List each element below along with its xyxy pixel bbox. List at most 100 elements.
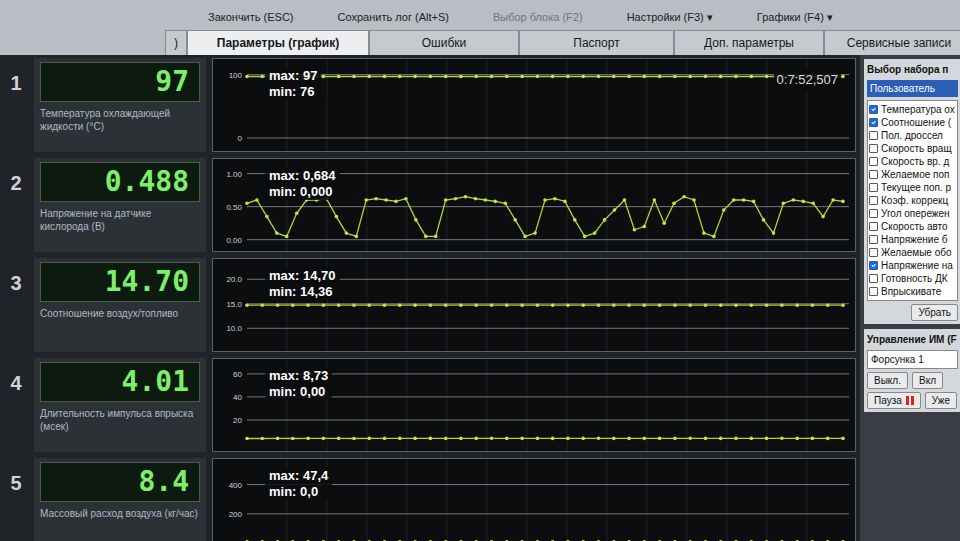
data-point [374,197,378,201]
grid-line [727,359,728,451]
parameter-item[interactable]: Угол опережен [869,207,956,220]
data-point [384,198,388,202]
parameter-item[interactable]: Пол. дроссел [869,129,956,142]
tab[interactable]: Паспорт [519,30,674,55]
grid-line [607,59,608,151]
parameter-item[interactable]: Соотношение ( [869,116,956,129]
data-point [658,75,662,79]
parameter-item[interactable]: Готовность ДК [869,272,956,285]
grid-line [727,159,728,251]
menu-item[interactable]: Сохранить лог (Alt+S) [338,9,449,26]
data-point [612,303,616,307]
menu-item[interactable]: Настройки (F3) ▾ [627,9,713,26]
parameter-item[interactable]: Впрыскивате [869,285,956,298]
max-value: max: 14,70 [269,268,336,284]
data-point [672,202,676,206]
preset-dropdown[interactable]: Пользователь [867,80,958,97]
more-button[interactable]: Уже [925,392,957,409]
parameter-label: Температура охлаждающей жидкости (°C) [40,108,200,133]
parameter-checkbox[interactable] [869,118,878,127]
parameter-label: Массовый расход воздуха (кг/час) [40,508,200,521]
data-point [734,437,738,441]
data-point [352,303,356,307]
menu-item: Выбор блока (F2) [493,9,583,26]
data-point [750,540,754,541]
data-point [732,198,736,202]
pause-icon [906,396,914,405]
grid-line [567,59,568,151]
data-point [322,437,326,441]
grid-line [327,59,328,151]
tab[interactable]: Параметры (график) [187,30,369,55]
parameter-item[interactable]: Скорость вр. д [869,155,956,168]
parameter-checkbox[interactable] [869,235,878,244]
series-line [247,438,843,440]
data-point [692,198,696,202]
data-point [795,303,799,307]
data-point [322,303,326,307]
parameter-item[interactable]: Коэф. коррекц [869,194,956,207]
parameter-item[interactable]: Скорость авто [869,220,956,233]
control-title: Управление ИМ (F [867,332,958,347]
parameter-name: Скорость авто [881,220,948,233]
data-point [597,540,601,541]
parameter-checkbox[interactable] [869,157,878,166]
grid-line [447,159,448,251]
data-point [276,303,280,307]
parameter-item[interactable]: Текущее поп. р [869,181,956,194]
tab[interactable]: ) [165,30,187,55]
parameter-checkbox[interactable] [869,222,878,231]
data-point [780,303,784,307]
max-value: max: 0,684 [269,168,336,184]
tab[interactable]: Ошибки [369,30,519,55]
parameter-checkbox[interactable] [869,183,878,192]
control-button[interactable]: Выкл. [867,372,908,389]
data-point [245,75,249,79]
parameter-checkbox[interactable] [869,261,878,270]
parameter-item[interactable]: Желаемое поп [869,168,956,181]
parameter-item[interactable]: Желаемые обо [869,246,956,259]
data-point [505,437,509,441]
menu-item[interactable]: Графики (F4) ▾ [757,9,833,26]
parameter-checkbox[interactable] [869,287,878,296]
data-point [673,540,677,541]
grid-line [647,359,648,451]
data-point [444,437,448,441]
parameter-item[interactable]: Скорость вращ [869,142,956,155]
set-selector: Выбор набора пПользовательТемпература ох… [864,59,960,324]
min-value: min: 0,0 [269,484,328,500]
row-number: 5 [4,458,28,541]
parameter-name: Желаемые обо [881,246,952,259]
tick-label: 0 [238,134,243,143]
tab[interactable]: Доп. параметры [674,30,824,55]
parameter-checkbox[interactable] [869,248,878,257]
data-point [627,75,631,79]
parameter-checkbox[interactable] [869,144,878,153]
parameter-checkbox[interactable] [869,274,878,283]
control-button[interactable]: Вкл [912,372,943,389]
parameter-row: 197Температура охлаждающей жидкости (°C)… [4,55,860,155]
data-point [245,303,249,307]
data-point [593,231,597,235]
menu-item[interactable]: Закончить (ESC) [208,9,294,26]
data-point [261,303,265,307]
tab[interactable]: Сервисные записи [824,30,960,55]
data-point [566,540,570,541]
parameter-checkbox[interactable] [869,170,878,179]
series-line [247,197,843,237]
remove-button[interactable]: Убрать [911,304,958,321]
data-point [536,75,540,79]
parameter-item[interactable]: Температура ох [869,103,956,116]
parameter-checkbox[interactable] [869,105,878,114]
device-select[interactable]: Форсунка 1 [867,350,958,369]
data-point [337,75,341,79]
parameter-checkbox[interactable] [869,131,878,140]
parameter-checkbox[interactable] [869,196,878,205]
parameter-item[interactable]: Напряжение на [869,259,956,272]
data-point [383,75,387,79]
parameter-item[interactable]: Напряжение б [869,233,956,246]
data-point [719,303,723,307]
parameter-checkbox[interactable] [869,209,878,218]
pause-button[interactable]: Пауза [867,392,921,409]
tick-label: 20 [233,416,242,425]
